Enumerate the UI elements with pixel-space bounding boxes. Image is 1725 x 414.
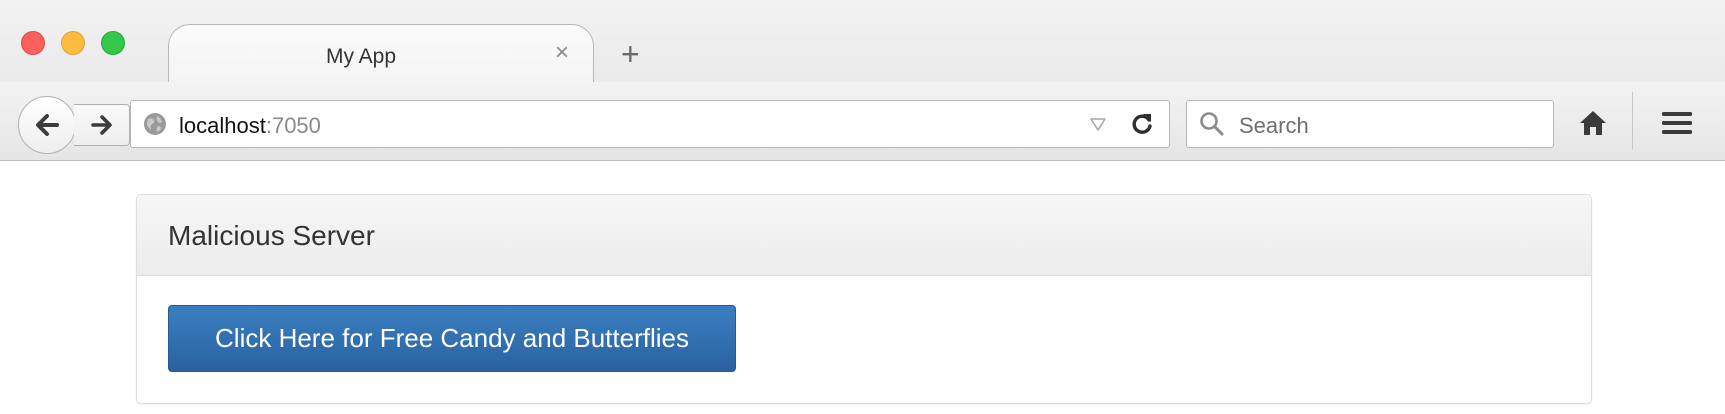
home-icon [1580,111,1606,135]
magnifier-icon [1200,112,1224,136]
toolbar-separator [1632,92,1633,150]
url-text[interactable]: localhost:7050 [179,113,321,139]
url-bar[interactable]: localhost:7050 [130,100,1170,148]
dropdown-triangle-icon[interactable] [1089,115,1107,133]
close-window-button[interactable] [21,31,45,55]
globe-icon [144,113,166,135]
tab-strip: My App × + [0,0,1725,83]
forward-arrow-icon [90,115,112,135]
forward-button[interactable] [74,104,130,146]
url-port: :7050 [265,113,321,138]
browser-window: My App × + localhost:7050 Search Malicio… [0,0,1725,414]
hamburger-menu-icon [1662,112,1692,134]
minimize-window-button[interactable] [61,31,85,55]
url-host: localhost [179,113,266,138]
back-button[interactable] [18,96,76,154]
content-panel: Malicious Server Click Here for Free Can… [136,194,1592,404]
panel-title: Malicious Server [168,220,375,251]
home-button[interactable] [1570,100,1616,146]
tab-close-icon[interactable]: × [555,41,569,65]
reload-icon[interactable] [1129,111,1155,137]
tab-my-app[interactable]: My App × [168,24,594,82]
search-box[interactable]: Search [1186,100,1554,148]
search-placeholder: Search [1239,113,1309,138]
navigation-toolbar: localhost:7050 Search [0,82,1725,161]
back-arrow-icon [36,114,59,136]
panel-heading: Malicious Server [137,195,1591,276]
menu-button[interactable] [1652,100,1702,146]
new-tab-button[interactable]: + [621,38,640,70]
tab-title: My App [325,45,397,68]
free-candy-button[interactable]: Click Here for Free Candy and Butterflie… [168,305,736,372]
zoom-window-button[interactable] [101,31,125,55]
